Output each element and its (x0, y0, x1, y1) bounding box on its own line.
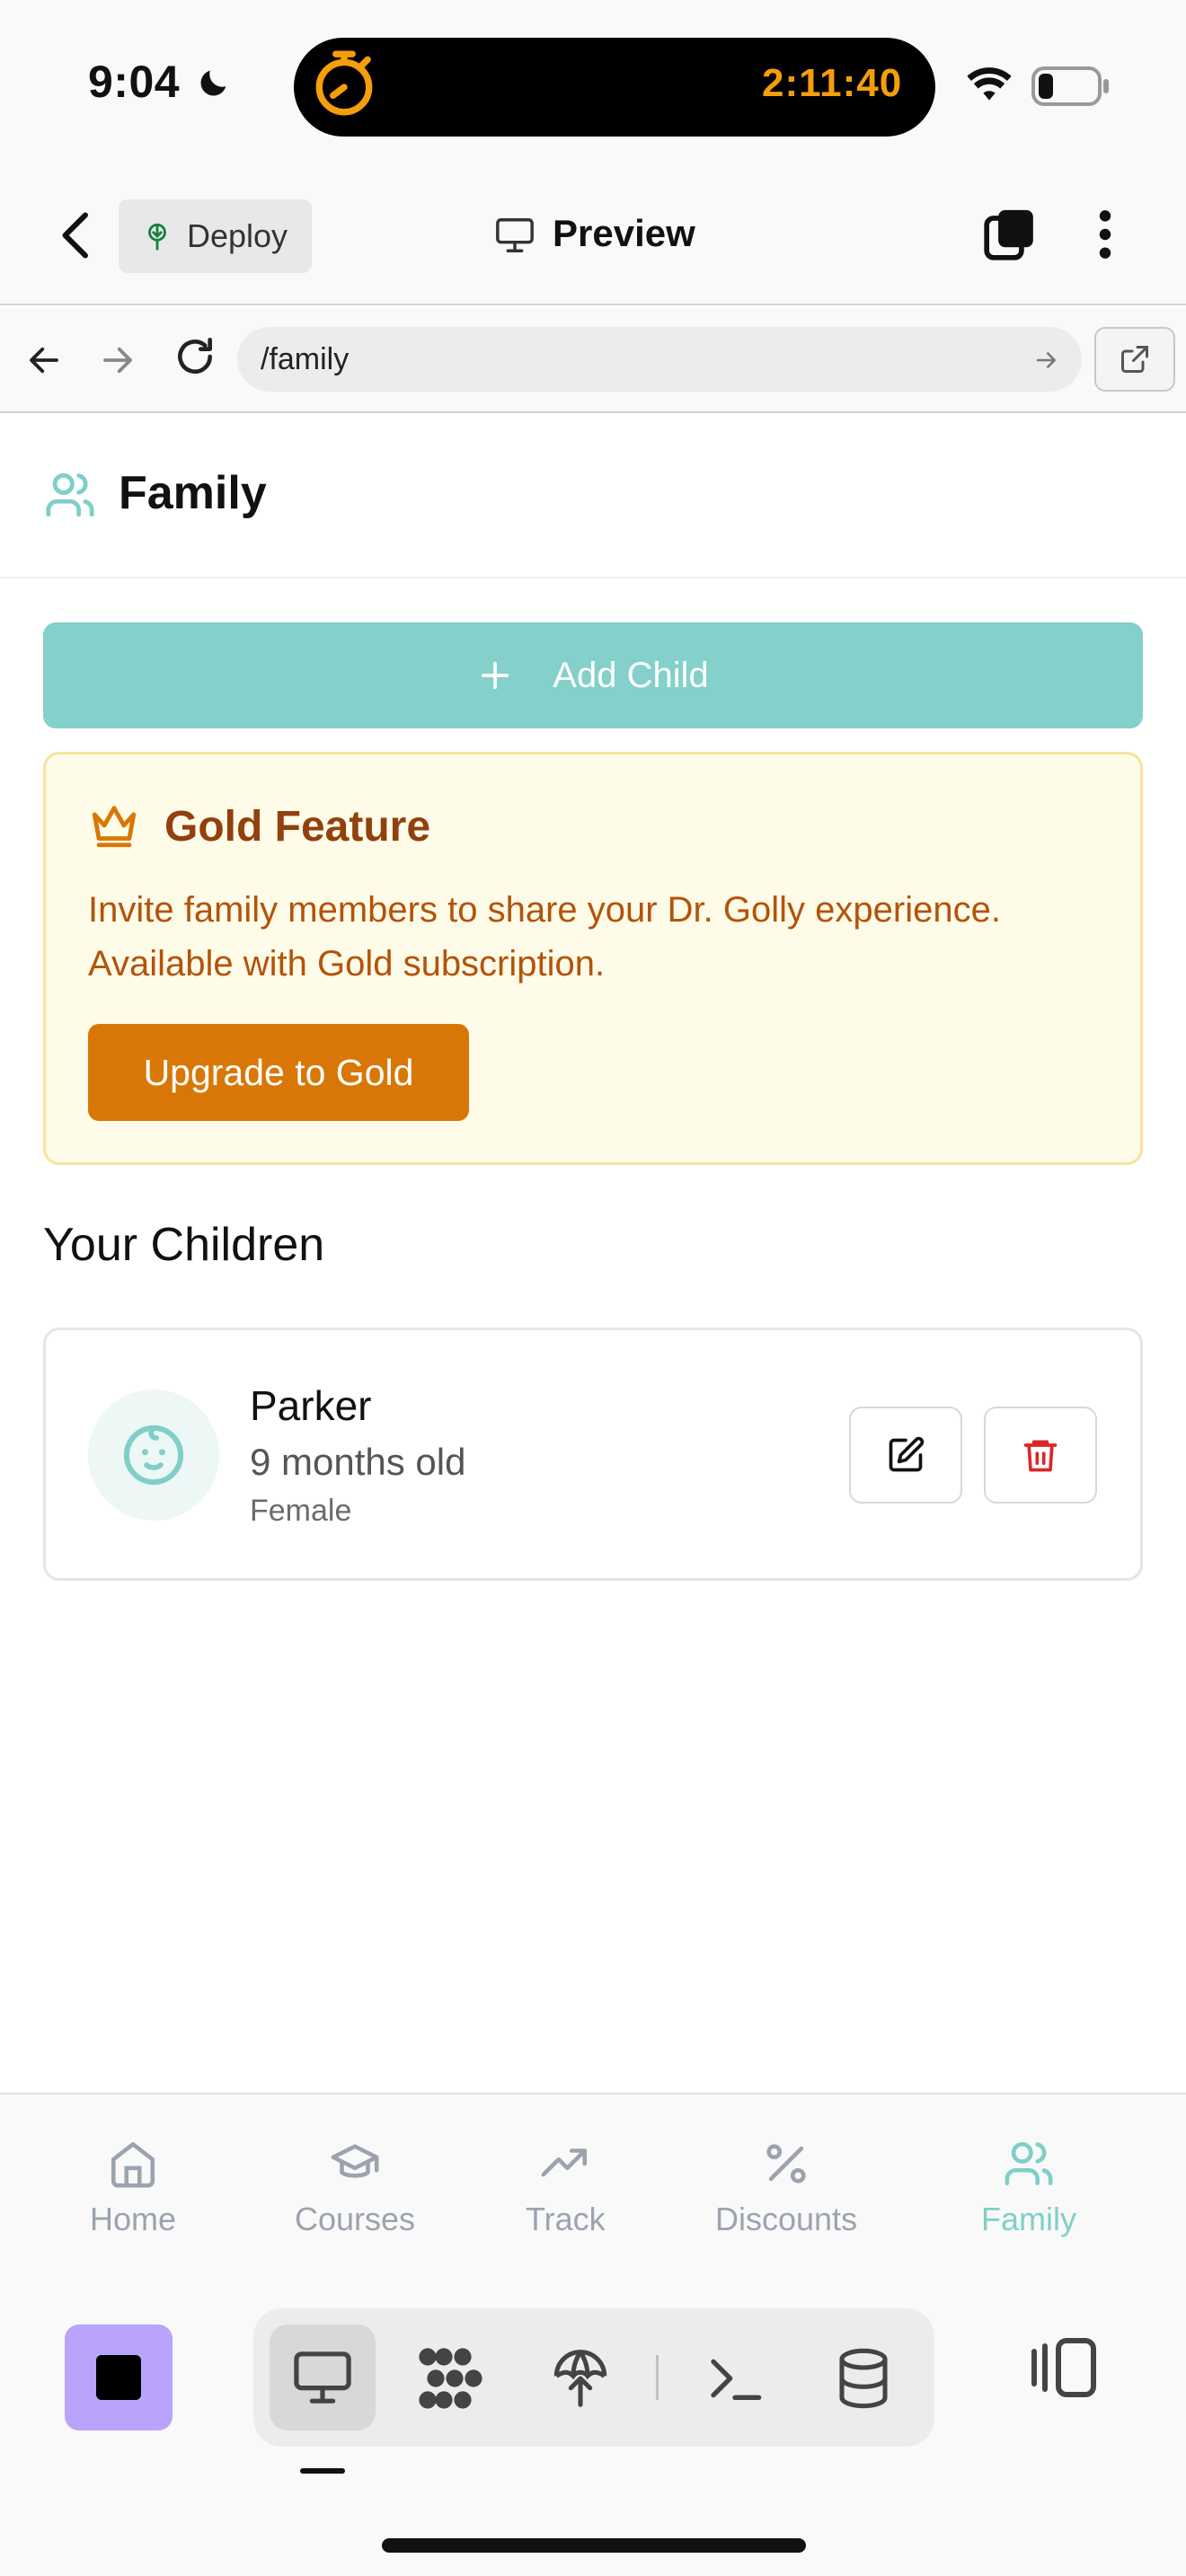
windows-icon[interactable] (982, 207, 1038, 262)
back-button[interactable] (54, 208, 99, 262)
page-header-title: Preview (553, 212, 695, 254)
nav-label: Discounts (715, 2201, 858, 2237)
deploy-icon (142, 221, 173, 251)
nav-tab-discounts[interactable]: Discounts (715, 2138, 857, 2238)
active-tab-indicator (300, 2468, 345, 2474)
child-age: 9 months old (250, 1441, 466, 1483)
divider (656, 2355, 659, 2400)
add-child-label: Add Child (553, 655, 709, 695)
page-title: Family (119, 467, 267, 519)
url-input[interactable]: /family (237, 327, 1082, 392)
nav-label: Family (981, 2201, 1076, 2237)
terminal-button[interactable] (692, 2335, 778, 2422)
upgrade-to-gold-button[interactable]: Upgrade to Gold (88, 1024, 469, 1121)
external-link-icon (1119, 343, 1151, 375)
monitor-icon (291, 2349, 354, 2406)
database-icon (835, 2346, 892, 2411)
panel-icon (1029, 2335, 1099, 2400)
nav-tab-courses[interactable]: Courses (295, 2138, 415, 2238)
crown-icon (88, 801, 140, 850)
more-vertical-icon[interactable] (1087, 207, 1123, 262)
panel-toggle-button[interactable] (1029, 2335, 1099, 2400)
stopwatch-icon (311, 49, 377, 120)
nav-tab-home[interactable]: Home (90, 2138, 176, 2238)
section-title: Your Children (43, 1219, 325, 1271)
deploy-icon (552, 2346, 609, 2411)
deploy-button[interactable]: Deploy (119, 199, 312, 273)
battery-icon (1031, 66, 1111, 106)
terminal-icon (706, 2351, 764, 2405)
nav-tab-track[interactable]: Track (526, 2138, 606, 2238)
moon-icon (196, 65, 232, 101)
add-child-button[interactable]: Add Child (43, 622, 1143, 728)
nav-tab-family[interactable]: Family (981, 2138, 1076, 2238)
gold-feature-description: Invite family members to share your Dr. … (88, 890, 1001, 984)
arrow-right-icon[interactable] (99, 341, 137, 379)
status-time: 9:04 (88, 57, 181, 107)
percent-icon (760, 2138, 812, 2190)
go-arrow-icon[interactable] (1033, 347, 1060, 374)
database-button[interactable] (820, 2335, 907, 2422)
deploy-label: Deploy (187, 217, 288, 254)
island-timer: 2:11:40 (762, 61, 903, 105)
home-icon (107, 2138, 159, 2190)
home-indicator (382, 2538, 806, 2553)
deploy-tool-button[interactable] (537, 2335, 624, 2422)
stop-icon (96, 2355, 141, 2400)
edit-child-button[interactable] (849, 1407, 962, 1504)
arrow-left-icon[interactable] (25, 341, 63, 379)
users-icon (1003, 2138, 1055, 2190)
child-gender: Female (250, 1494, 352, 1528)
avatar (88, 1389, 219, 1521)
child-name: Parker (250, 1382, 372, 1429)
users-icon (43, 469, 97, 521)
delete-child-button[interactable] (984, 1407, 1097, 1504)
plus-icon (477, 657, 513, 693)
dots-grid-icon (417, 2346, 487, 2411)
wifi-icon (965, 65, 1013, 104)
gold-feature-title: Gold Feature (164, 803, 431, 851)
open-external-button[interactable] (1094, 327, 1175, 392)
monitor-icon (494, 216, 535, 255)
nav-label: Home (90, 2201, 177, 2237)
trash-icon (1021, 1435, 1060, 1475)
integrations-button[interactable] (409, 2335, 495, 2422)
url-text: /family (261, 341, 350, 376)
graduation-cap-icon (329, 2138, 381, 2190)
stop-button[interactable] (65, 2325, 173, 2430)
nav-label: Courses (295, 2201, 416, 2237)
trending-up-icon (539, 2138, 591, 2190)
nav-label: Track (526, 2201, 606, 2237)
baby-icon (119, 1421, 188, 1489)
desktop-view-button[interactable] (270, 2325, 376, 2430)
reload-icon[interactable] (173, 334, 217, 379)
edit-icon (886, 1435, 925, 1475)
